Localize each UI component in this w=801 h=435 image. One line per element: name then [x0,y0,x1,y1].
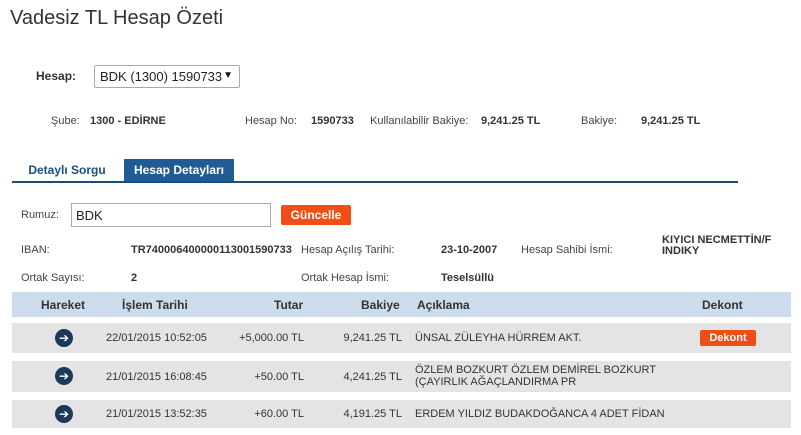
row-date: 21/01/2015 13:52:35 [106,408,207,420]
row-description: ERDEM YILDIZ BUDAKDOĞANCA 4 ADET FİDAN [415,408,665,420]
hesap-no-label: Hesap No: [245,115,297,127]
tab-detayli-sorgu[interactable]: Detaylı Sorgu [12,159,122,181]
row-date: 21/01/2015 16:08:45 [106,371,207,383]
tab-bar: Detaylı Sorgu Hesap Detayları [12,159,738,183]
arrow-right-icon[interactable]: ➔ [55,329,73,347]
chevron-down-icon: ▼ [223,69,233,81]
col-tutar[interactable]: Tutar [274,298,303,312]
tab-hesap-detaylari[interactable]: Hesap Detayları [124,159,234,181]
row-balance: 4,241.25 TL [343,371,402,383]
update-button[interactable]: Güncelle [281,205,351,225]
hesap-sahibi-label: Hesap Sahibi İsmi: [521,244,613,256]
bakiye-label: Bakiye: [581,115,618,127]
sube-value: 1300 - EDİRNE [90,115,166,127]
col-hareket: Hareket [41,298,86,312]
iban-value: TR740006400000113001590733 [131,244,292,256]
col-bakiye[interactable]: Bakiye [361,298,400,312]
col-islem-tarihi[interactable]: İşlem Tarihi [122,298,188,312]
ortak-hesap-ismi-value: Teselsüllü [441,272,494,284]
arrow-right-icon[interactable]: ➔ [55,405,73,423]
rumuz-input[interactable]: BDK [71,203,271,227]
row-date: 22/01/2015 10:52:05 [106,332,207,344]
acilis-tarihi-label: Hesap Açılış Tarihi: [301,244,395,256]
iban-label: IBAN: [21,244,50,256]
col-dekont: Dekont [702,298,743,312]
table-row: ➔ 22/01/2015 10:52:05 +5,000.00 TL 9,241… [12,323,791,353]
kullanilabilir-bakiye-value: 9,241.25 TL [481,115,541,127]
rumuz-label: Rumuz: [21,209,59,221]
sube-label: Şube: [51,115,80,127]
account-select[interactable]: BDK (1300) 1590733 ▼ [94,64,240,88]
account-select-value: BDK (1300) 1590733 [100,68,223,84]
acilis-tarihi-value: 23-10-2007 [441,244,498,256]
account-label: Hesap: [36,69,77,83]
row-balance: 4,191.25 TL [343,408,402,420]
row-amount: +50.00 TL [254,371,304,383]
row-description: ÜNSAL ZÜLEYHA HÜRREM AKT. [415,332,582,344]
row-balance: 9,241.25 TL [343,332,402,344]
table-row: ➔ 21/01/2015 16:08:45 +50.00 TL 4,241.25… [12,361,791,392]
dekont-button[interactable]: Dekont [700,330,756,346]
row-description: ÖZLEM BOZKURT ÖZLEM DEMİREL BOZKURT (ÇAY… [415,364,656,388]
row-amount: +5,000.00 TL [239,332,304,344]
ortak-hesap-ismi-label: Ortak Hesap İsmi: [301,272,390,284]
ortak-sayisi-value: 2 [131,272,138,284]
table-row: ➔ 21/01/2015 13:52:35 +60.00 TL 4,191.25… [12,400,791,428]
account-selector-row: Hesap: BDK (1300) 1590733 ▼ [36,64,240,88]
kullanilabilir-bakiye-label: Kullanılabilir Bakiye: [370,115,469,127]
hesap-no-value: 1590733 [311,115,354,127]
col-aciklama: Açıklama [417,298,470,312]
hesap-sahibi-value: KIYICI NECMETTİN/FINDIKY [662,234,772,257]
arrow-right-icon[interactable]: ➔ [55,367,73,385]
bakiye-value: 9,241.25 TL [641,115,701,127]
page-title: Vadesiz TL Hesap Özeti [10,7,224,29]
transactions-table-header: Hareket İşlem Tarihi Tutar Bakiye Açıkla… [12,292,791,317]
row-amount: +60.00 TL [254,408,304,420]
ortak-sayisi-label: Ortak Sayısı: [21,272,85,284]
